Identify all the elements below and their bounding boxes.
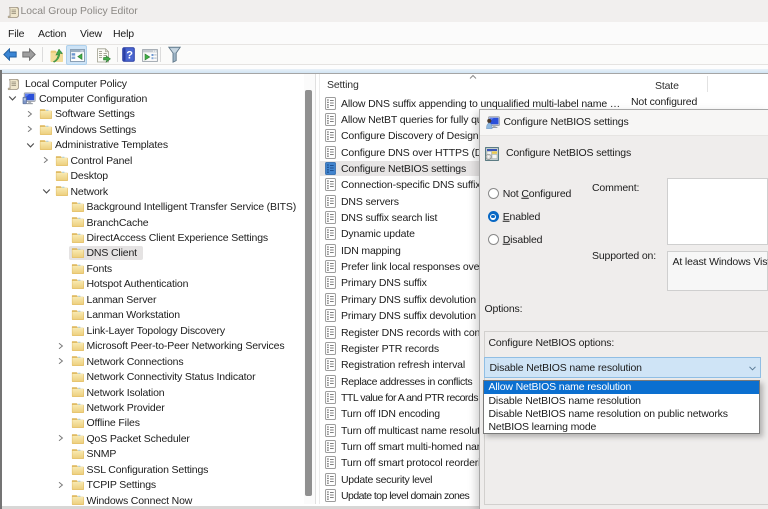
svg-text:?: ? [126,49,133,61]
